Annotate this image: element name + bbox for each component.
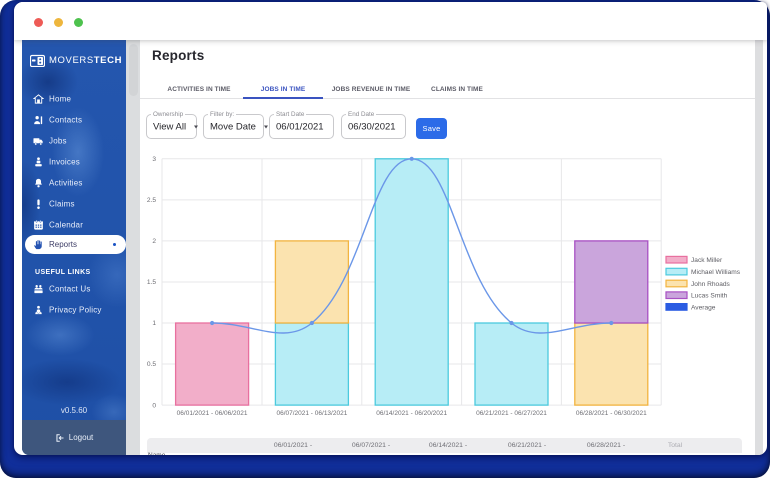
svg-text:Average: Average [691,304,716,311]
svg-text:1.5: 1.5 [147,279,156,286]
svg-text:06/21/2021 - 06/27/2021: 06/21/2021 - 06/27/2021 [476,410,547,417]
svg-text:John Rhoads: John Rhoads [691,281,731,288]
svg-text:0: 0 [152,402,156,409]
svg-text:06/28/2021 - 06/30/2021: 06/28/2021 - 06/30/2021 [576,410,647,417]
svg-text:Michael Williams: Michael Williams [691,269,741,276]
svg-text:1: 1 [152,320,156,327]
svg-text:3: 3 [152,156,156,163]
svg-text:06/07/2021 - 06/13/2021: 06/07/2021 - 06/13/2021 [276,410,347,417]
svg-text:0.5: 0.5 [147,361,156,368]
svg-text:Jack Miller: Jack Miller [691,257,723,264]
svg-text:06/01/2021 - 06/06/2021: 06/01/2021 - 06/06/2021 [177,410,248,417]
svg-text:2: 2 [152,238,156,245]
svg-text:06/14/2021 - 06/20/2021: 06/14/2021 - 06/20/2021 [376,410,447,417]
svg-text:Lucas Smith: Lucas Smith [691,293,728,300]
svg-text:2.5: 2.5 [147,197,156,204]
